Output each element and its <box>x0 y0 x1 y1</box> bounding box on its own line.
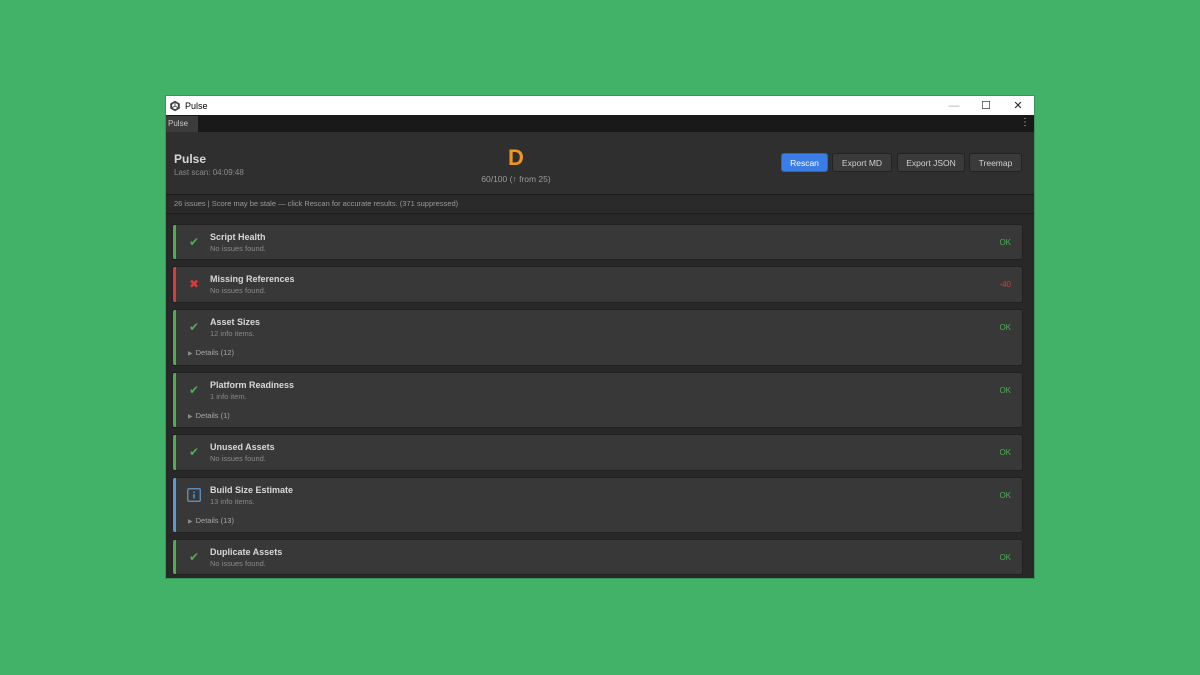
card-status: OK <box>999 386 1011 395</box>
info-icon <box>187 488 201 502</box>
status-bar-ok <box>173 373 176 427</box>
check-card-platform-readiness: ✔ Platform Readiness 1 info item. OK ▶ De… <box>172 372 1023 428</box>
check-icon: ✔ <box>188 383 200 397</box>
details-toggle[interactable]: ▶ Details (12) <box>188 348 234 357</box>
status-bar-error <box>173 267 176 302</box>
details-label: Details (1) <box>195 411 230 420</box>
treemap-button[interactable]: Treemap <box>969 153 1022 172</box>
score-label: 60/100 (↑ from 25) <box>481 174 551 184</box>
triangle-right-icon: ▶ <box>188 519 193 525</box>
check-card-script-health: ✔ Script Health No issues found. OK <box>172 224 1023 260</box>
triangle-right-icon: ▶ <box>188 414 193 420</box>
triangle-right-icon: ▶ <box>188 351 193 357</box>
check-card-duplicate-assets: ✔ Duplicate Assets No issues found. OK <box>172 539 1023 575</box>
status-bar-ok <box>173 435 176 470</box>
tab-pulse[interactable]: Pulse <box>166 116 198 132</box>
card-title: Build Size Estimate <box>210 485 294 495</box>
kebab-menu-icon[interactable]: ⋮ <box>1020 117 1030 129</box>
check-icon: ✔ <box>188 550 200 564</box>
card-status: OK <box>999 323 1011 332</box>
status-bar-info <box>173 478 176 532</box>
check-icon: ✔ <box>188 445 200 459</box>
card-subtitle: 12 info items. <box>210 329 255 338</box>
card-status: OK <box>999 491 1011 500</box>
x-icon: ✖ <box>188 277 200 291</box>
export-md-button[interactable]: Export MD <box>832 153 892 172</box>
card-status: OK <box>999 238 1011 247</box>
card-status: -40 <box>999 280 1011 289</box>
card-title: Platform Readiness <box>210 380 295 390</box>
card-title: Duplicate Assets <box>210 547 283 557</box>
card-subtitle: No issues found. <box>210 559 266 568</box>
card-title: Asset Sizes <box>210 317 261 327</box>
details-label: Details (12) <box>195 348 234 357</box>
report-header: Pulse Last scan: 04:09:48 D 60/100 (↑ fr… <box>166 132 1034 195</box>
card-status: OK <box>999 553 1011 562</box>
card-title: Missing References <box>210 274 295 284</box>
tab-bar: Pulse ⋮ <box>166 115 1034 132</box>
close-button[interactable]: ✕ <box>1002 96 1034 115</box>
status-bar-ok <box>173 310 176 365</box>
check-card-missing-references: ✖ Missing References No issues found. -4… <box>172 266 1023 303</box>
check-card-unused-assets: ✔ Unused Assets No issues found. OK <box>172 434 1023 471</box>
grade-letter: D <box>508 145 524 170</box>
maximize-button[interactable]: ☐ <box>970 96 1002 115</box>
minimize-button[interactable]: — <box>938 96 970 115</box>
title-bar: Pulse — ☐ ✕ <box>166 96 1034 115</box>
card-subtitle: No issues found. <box>210 454 266 463</box>
details-label: Details (13) <box>195 516 234 525</box>
status-bar-ok <box>173 225 176 259</box>
card-subtitle: No issues found. <box>210 286 266 295</box>
check-card-build-size-estimate: Build Size Estimate 13 info items. OK ▶ D… <box>172 477 1023 533</box>
status-bar-ok <box>173 540 176 574</box>
card-subtitle: 1 info item. <box>210 392 247 401</box>
card-status: OK <box>999 448 1011 457</box>
export-json-button[interactable]: Export JSON <box>897 153 965 172</box>
card-subtitle: No issues found. <box>210 244 266 253</box>
card-title: Unused Assets <box>210 442 275 452</box>
card-title: Script Health <box>210 232 266 242</box>
check-card-asset-sizes: ✔ Asset Sizes 12 info items. OK ▶ Details… <box>172 309 1023 366</box>
window-title: Pulse <box>185 100 208 111</box>
pulse-window: Pulse — ☐ ✕ Pulse ⋮ Pulse Last scan: 04:… <box>166 96 1034 578</box>
check-icon: ✔ <box>188 235 200 249</box>
card-subtitle: 13 info items. <box>210 497 255 506</box>
details-toggle[interactable]: ▶ Details (13) <box>188 516 234 525</box>
unity-logo-icon <box>169 100 181 112</box>
rescan-button[interactable]: Rescan <box>781 153 828 172</box>
check-icon: ✔ <box>188 320 200 334</box>
status-message: 26 issues | Score may be stale — click R… <box>166 195 1034 214</box>
details-toggle[interactable]: ▶ Details (1) <box>188 411 230 420</box>
